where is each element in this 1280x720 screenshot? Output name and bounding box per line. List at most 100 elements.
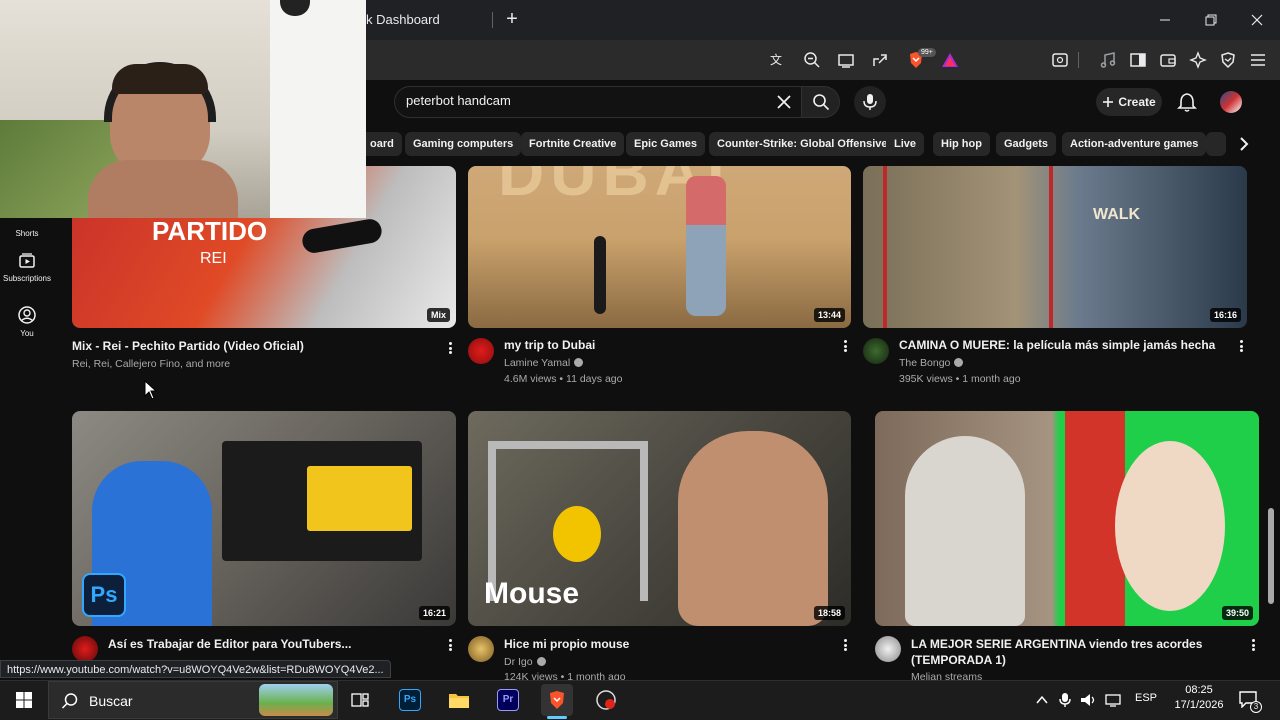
channel-avatar[interactable] [72, 636, 98, 662]
chip-gadgets[interactable]: Gadgets [996, 132, 1057, 156]
chip-epic-games[interactable]: Epic Games [626, 132, 705, 156]
video-thumbnail[interactable]: 39:50 [875, 411, 1259, 626]
create-button[interactable]: Create [1096, 88, 1162, 116]
duration-badge: 13:44 [813, 308, 845, 322]
taskbar-photoshop[interactable]: Ps [394, 684, 426, 716]
video-title[interactable]: my trip to Dubai [504, 337, 824, 353]
voice-search-button[interactable] [854, 86, 886, 118]
task-view-button[interactable] [344, 684, 376, 716]
menu-button[interactable] [1246, 48, 1270, 72]
search-query[interactable]: peterbot handcam [406, 93, 511, 108]
start-button[interactable] [8, 684, 40, 716]
channel-avatar[interactable] [863, 338, 889, 364]
chip-partial[interactable] [1206, 132, 1226, 156]
taskbar-file-explorer[interactable] [443, 684, 475, 716]
chip-live[interactable]: Live [886, 132, 925, 156]
video-channel-row[interactable]: Dr Igo [504, 654, 546, 670]
video-thumbnail[interactable]: DUBAI 13:44 [468, 166, 851, 328]
you-icon [18, 306, 36, 324]
share-icon [873, 54, 887, 66]
video-channel: Lamine Yamal [504, 357, 571, 369]
channel-avatar[interactable] [875, 636, 901, 662]
leo-ai-button[interactable] [1186, 48, 1210, 72]
close-window-button[interactable] [1234, 0, 1280, 40]
chip-action-adventure[interactable]: Action-adventure games [1062, 132, 1207, 156]
wallet-button[interactable] [1156, 48, 1180, 72]
video-title[interactable]: CAMINA O MUERE: la película más simple j… [899, 337, 1229, 353]
chips-next-button[interactable] [1232, 132, 1256, 156]
language-indicator[interactable]: ESP [1135, 692, 1157, 704]
taskbar-brave[interactable] [541, 684, 573, 716]
sidebar-toggle-button[interactable] [1126, 48, 1150, 72]
video-channel-row[interactable]: The Bongo [899, 355, 964, 371]
video-thumbnail[interactable]: WALK 16:16 [863, 166, 1247, 328]
chip-fortnite-creative[interactable]: Fortnite Creative [521, 132, 625, 156]
mouse-cursor-icon [144, 380, 158, 400]
video-menu-button[interactable] [1247, 637, 1259, 653]
zoom-button[interactable] [800, 48, 824, 72]
reader-button[interactable] [1048, 48, 1072, 72]
folder-icon [449, 694, 469, 708]
video-title[interactable]: Mix - Rei - Pechito Partido (Video Ofici… [72, 338, 422, 354]
search-button[interactable] [802, 86, 840, 118]
restore-button[interactable] [1188, 0, 1234, 40]
chip-hip-hop[interactable]: Hip hop [933, 132, 990, 156]
video-channel-row[interactable]: Lamine Yamal [504, 355, 584, 371]
notification-count: 3 [1250, 701, 1262, 713]
clock-date: 17/1/2026 [1174, 699, 1224, 711]
premiere-icon: Pr [497, 689, 519, 711]
sidebar-item-subscriptions[interactable]: Subscriptions [2, 250, 52, 283]
sidebar-item-you[interactable]: You [2, 305, 52, 338]
taskbar-premiere[interactable]: Pr [492, 684, 524, 716]
chip-gaming-computers[interactable]: Gaming computers [405, 132, 522, 156]
new-tab-button[interactable]: + [500, 8, 524, 32]
video-menu-button[interactable] [444, 340, 456, 356]
close-icon [1251, 14, 1263, 26]
browser-tab[interactable]: k Dashboard [360, 6, 490, 34]
chip-0[interactable]: oard [362, 132, 402, 156]
channel-avatar[interactable] [468, 636, 494, 662]
clear-search-button[interactable] [774, 92, 794, 112]
taskbar-search-box[interactable]: Buscar [48, 681, 338, 719]
account-avatar[interactable] [1220, 91, 1242, 113]
monitor-screen [307, 466, 412, 531]
video-channel[interactable]: Rei, Rei, Callejero Fino, and more [72, 356, 230, 372]
minimize-button[interactable] [1142, 0, 1188, 40]
vpn-button[interactable] [1216, 48, 1240, 72]
chip-counter-strike[interactable]: Counter-Strike: Global Offensive [709, 132, 896, 156]
video-channel[interactable]: Melian streams [911, 669, 982, 680]
channel-avatar[interactable] [468, 338, 494, 364]
cast-icon [838, 54, 854, 68]
sidebar-label: Shorts [15, 229, 39, 238]
brave-rewards-button[interactable] [938, 48, 962, 72]
video-menu-button[interactable] [1235, 338, 1247, 354]
cast-button[interactable] [834, 48, 858, 72]
microphone-icon[interactable] [1058, 692, 1072, 708]
video-menu-button[interactable] [839, 338, 851, 354]
taskbar-obs[interactable] [590, 684, 622, 716]
video-stats: 4.6M views • 11 days ago [504, 373, 623, 385]
network-icon[interactable] [1104, 692, 1122, 708]
video-thumbnail[interactable]: Ps 16:21 [72, 411, 456, 626]
video-title[interactable]: LA MEJOR SERIE ARGENTINA viendo tres aco… [911, 636, 1231, 668]
clock[interactable]: 08:25 17/1/2026 [1170, 684, 1228, 711]
duration-badge: Mix [426, 308, 450, 322]
share-button[interactable] [868, 48, 892, 72]
duration-badge: 16:16 [1209, 308, 1241, 322]
minimize-icon [1160, 19, 1170, 21]
media-button[interactable] [1096, 48, 1120, 72]
video-menu-button[interactable] [444, 637, 456, 653]
video-menu-button[interactable] [839, 637, 851, 653]
sidebar-label: You [20, 329, 34, 338]
video-title[interactable]: Así es Trabajar de Editor para YouTubers… [108, 636, 428, 652]
thumbnail-subtext: REI [200, 250, 227, 267]
translate-button[interactable]: 文 [766, 48, 790, 72]
notifications-button[interactable] [1176, 91, 1198, 113]
video-thumbnail[interactable]: Mouse 18:58 [468, 411, 851, 626]
video-title[interactable]: Hice mi propio mouse [504, 636, 824, 652]
create-label: Create [1118, 95, 1156, 109]
chevron-up-icon[interactable] [1035, 693, 1049, 707]
scrollbar-thumb[interactable] [1268, 508, 1274, 604]
speaker-icon[interactable] [1080, 692, 1098, 708]
translate-icon: 文 [770, 52, 782, 67]
